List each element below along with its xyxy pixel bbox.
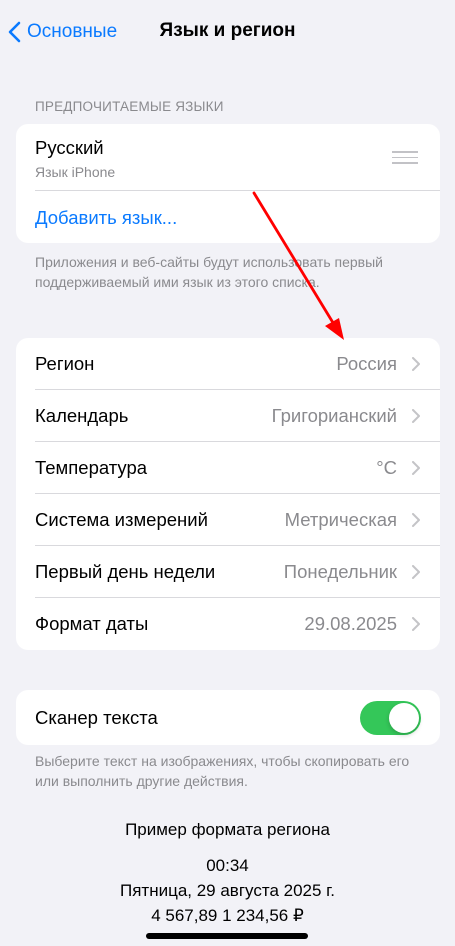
page-title: Язык и регион xyxy=(159,20,296,41)
home-indicator xyxy=(146,933,308,939)
languages-footer-note: Приложения и веб-сайты будут использоват… xyxy=(35,254,384,290)
live-text-group: Сканер текста xyxy=(16,690,440,745)
navigation-bar: Основные Язык и регион xyxy=(0,0,455,64)
row-label: Сканер текста xyxy=(35,707,158,728)
first-weekday-row[interactable]: Первый день недели Понедельник xyxy=(16,546,440,598)
row-value: Россия xyxy=(336,353,397,374)
row-value: Григорианский xyxy=(271,405,397,426)
reorder-handle-icon[interactable] xyxy=(392,151,418,165)
format-example-time: 00:34 xyxy=(206,856,249,875)
live-text-footer-note: Выберите текст на изображениях, чтобы ск… xyxy=(35,753,410,789)
chevron-right-icon xyxy=(412,461,420,475)
chevron-right-icon xyxy=(412,513,420,527)
languages-group: Русский Язык iPhone Добавить язык... xyxy=(16,124,440,243)
format-example-date: Пятница, 29 августа 2025 г. xyxy=(119,881,336,900)
live-text-toggle[interactable] xyxy=(360,701,421,735)
format-example-numbers: 4 567,89 1 234,56 ₽ xyxy=(151,906,304,925)
language-name: Русский xyxy=(35,137,104,158)
region-row[interactable]: Регион Россия xyxy=(16,338,440,390)
row-label: Система измерений xyxy=(35,509,208,530)
preferred-languages-header: ПРЕДПОЧИТАЕМЫЕ ЯЗЫКИ xyxy=(35,99,224,114)
measurement-system-row[interactable]: Система измерений Метрическая xyxy=(16,494,440,546)
row-label: Формат даты xyxy=(35,613,149,634)
row-value: Метрическая xyxy=(284,509,397,530)
language-subtitle: Язык iPhone xyxy=(35,164,116,180)
chevron-right-icon xyxy=(412,617,420,631)
row-label: Календарь xyxy=(35,405,129,426)
row-label: Температура xyxy=(35,457,148,478)
region-settings-group: Регион Россия Календарь Григорианский Те… xyxy=(16,338,440,650)
add-language-button[interactable]: Добавить язык... xyxy=(35,207,177,229)
chevron-right-icon xyxy=(412,357,420,371)
language-row-russian[interactable]: Русский Язык iPhone xyxy=(16,124,440,190)
chevron-right-icon xyxy=(412,565,420,579)
live-text-row: Сканер текста xyxy=(16,690,440,745)
format-example-title: Пример формата региона xyxy=(125,820,330,839)
divider xyxy=(35,190,440,191)
temperature-row[interactable]: Температура °C xyxy=(16,442,440,494)
calendar-row[interactable]: Календарь Григорианский xyxy=(16,390,440,442)
chevron-right-icon xyxy=(412,409,420,423)
date-format-row[interactable]: Формат даты 29.08.2025 xyxy=(16,598,440,650)
row-label: Регион xyxy=(35,353,95,374)
toggle-knob xyxy=(389,703,419,733)
row-value: Понедельник xyxy=(283,561,397,582)
row-label: Первый день недели xyxy=(35,561,216,582)
row-value: 29.08.2025 xyxy=(304,613,397,634)
row-value: °C xyxy=(376,457,397,478)
